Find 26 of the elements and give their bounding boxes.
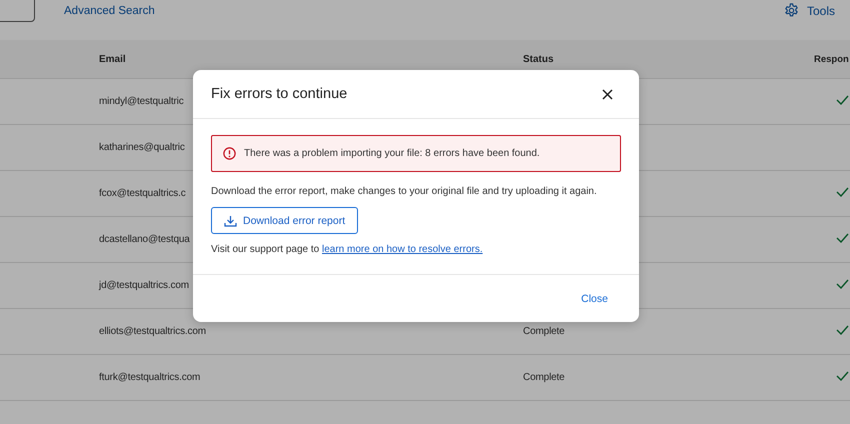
download-button[interactable]: Download error report: [211, 207, 358, 234]
email-cell: mindyl@testqualtric: [99, 96, 184, 107]
close-icon[interactable]: [600, 86, 615, 102]
email-cell: elliots@testqualtrics.com: [99, 326, 206, 337]
support-text: Visit our support page to learn more on how to resolve errors.: [211, 244, 484, 255]
column-header: Respon: [814, 54, 850, 64]
status-cell: Complete: [523, 372, 565, 383]
email-cell: dcastellano@testqua: [99, 234, 190, 245]
email-cell: fturk@testqualtrics.com: [99, 372, 200, 383]
error-message: There was a problem importing your file: 8 errors have been found.: [244, 148, 540, 159]
email-cell: jd@testqualtrics.com: [99, 280, 189, 291]
support-link[interactable]: learn more on how to resolve errors.: [322, 244, 483, 255]
status-cell: Complete: [523, 326, 565, 337]
column-header: Email: [99, 54, 127, 64]
email-cell: fcox@testqualtrics.c: [99, 188, 186, 199]
advanced-search-link[interactable]: Advanced Search: [64, 5, 155, 17]
tools-link[interactable]: Tools: [807, 4, 836, 18]
download-icon: [224, 214, 237, 226]
dialog-title: Fix errors to continue: [211, 86, 348, 102]
input-field[interactable]: [0, 0, 35, 22]
close-button[interactable]: Close: [581, 290, 608, 306]
error-icon: [223, 147, 236, 160]
email-cell: katharines@qualtric: [99, 142, 185, 153]
column-header: Status: [523, 54, 555, 64]
instructions-text: Download the error report, make changes to your original file and try uploading it again.: [211, 186, 598, 197]
gear-icon[interactable]: [784, 3, 799, 18]
